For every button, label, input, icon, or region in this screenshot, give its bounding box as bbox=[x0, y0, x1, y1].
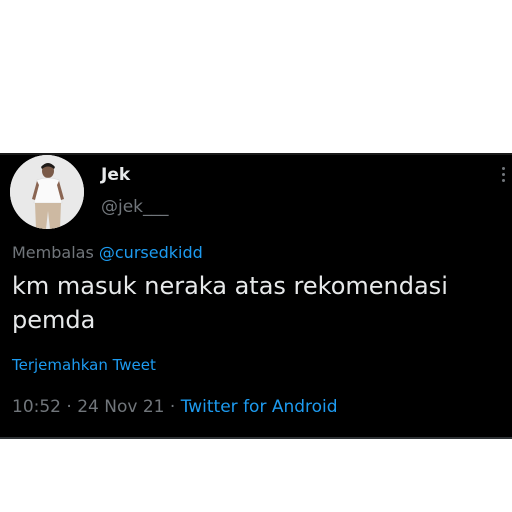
more-vertical-icon[interactable] bbox=[500, 167, 506, 187]
tweet-date[interactable]: 24 Nov 21 bbox=[77, 397, 164, 417]
tweet-time[interactable]: 10:52 bbox=[12, 397, 61, 417]
user-handle[interactable]: @jek___ bbox=[101, 197, 169, 217]
avatar[interactable] bbox=[10, 155, 84, 229]
reply-context: Membalas @cursedkidd bbox=[12, 243, 203, 262]
translate-tweet-link[interactable]: Terjemahkan Tweet bbox=[12, 356, 156, 374]
tweet-card[interactable]: Jek @jek___ Membalas @cursedkidd km masu… bbox=[0, 153, 512, 439]
reply-prefix: Membalas bbox=[12, 243, 94, 262]
tweet-source-link[interactable]: Twitter for Android bbox=[181, 397, 338, 417]
page: Jek @jek___ Membalas @cursedkidd km masu… bbox=[0, 0, 512, 512]
reply-mention-link[interactable]: @cursedkidd bbox=[99, 243, 203, 262]
tweet-text: km masuk neraka atas rekomendasi pemda bbox=[12, 272, 448, 334]
avatar-photo bbox=[10, 155, 84, 229]
meta-separator: · bbox=[169, 397, 176, 417]
meta-separator: · bbox=[66, 397, 72, 417]
divider bbox=[0, 437, 512, 439]
display-name[interactable]: Jek bbox=[101, 165, 130, 185]
tweet-meta: 10:52 · 24 Nov 21 · Twitter for Android bbox=[12, 397, 338, 417]
